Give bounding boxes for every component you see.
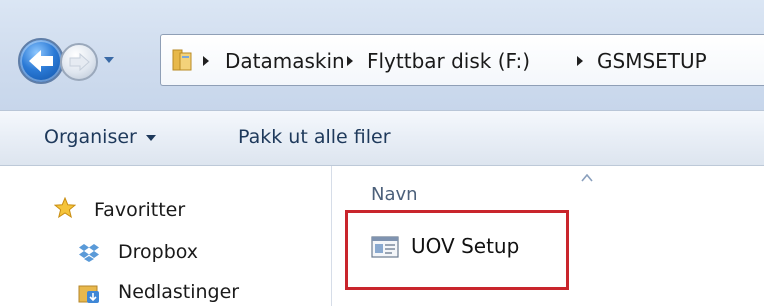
column-header-name[interactable]: Navn [371, 184, 418, 205]
breadcrumb-removable-disk[interactable]: Flyttbar disk (F:) [367, 35, 530, 87]
folder-icon [172, 49, 192, 71]
forward-button[interactable] [60, 43, 98, 81]
address-bar[interactable]: Datamaskin Flyttbar disk (F:) GSMSETUP [160, 34, 764, 86]
star-icon [54, 197, 76, 219]
forward-arrow-icon [69, 52, 90, 72]
dropbox-icon [79, 244, 99, 262]
nav-item-label: Nedlastinger [118, 281, 240, 303]
nav-item-label: Dropbox [118, 241, 199, 263]
chevron-down-icon [145, 134, 156, 141]
sort-ascending-icon [581, 174, 593, 182]
downloads-folder-icon [78, 285, 99, 303]
chevron-down-icon[interactable] [103, 54, 115, 66]
nav-item-label: Favoritter [94, 199, 186, 221]
extract-all-button[interactable]: Pakk ut alle filer [238, 111, 391, 165]
file-item-uov-setup[interactable]: UOV Setup [411, 232, 519, 260]
file-list: Navn UOV Setup [333, 166, 764, 306]
breadcrumb-computer[interactable]: Datamaskin [225, 35, 345, 87]
organize-label: Organiser [44, 126, 137, 148]
navigation-pane: Favoritter Dropbox Nedlastinger [0, 166, 332, 306]
organize-button[interactable]: Organiser [44, 111, 156, 165]
back-button[interactable] [18, 38, 64, 84]
breadcrumb-gsmsetup[interactable]: GSMSETUP [597, 35, 707, 87]
setup-file-icon [371, 236, 399, 258]
breadcrumb-separator[interactable] [203, 56, 209, 66]
back-arrow-icon [29, 50, 53, 72]
command-toolbar: Organiser Pakk ut alle filer [0, 110, 764, 166]
breadcrumb-separator[interactable] [347, 56, 353, 66]
title-bar: Datamaskin Flyttbar disk (F:) GSMSETUP [0, 0, 764, 110]
breadcrumb-separator[interactable] [577, 56, 583, 66]
